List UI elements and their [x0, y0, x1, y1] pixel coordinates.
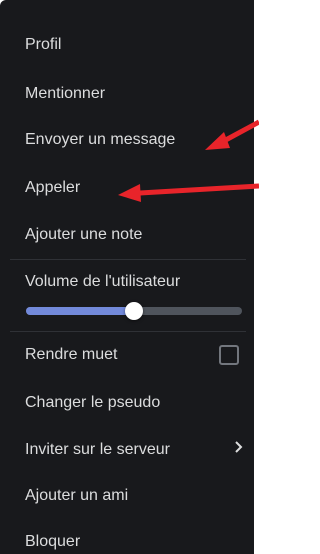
- menu-item-mentionner[interactable]: Mentionner: [25, 84, 105, 104]
- menu-item-rendre-muet[interactable]: Rendre muet: [25, 345, 118, 365]
- menu-item-ajouter-une-note[interactable]: Ajouter une note: [25, 225, 142, 245]
- menu-divider: [10, 259, 246, 260]
- menu-item-changer-le-pseudo[interactable]: Changer le pseudo: [25, 393, 160, 413]
- user-volume-slider[interactable]: [26, 302, 242, 320]
- mute-checkbox[interactable]: [219, 345, 239, 365]
- menu-item-inviter-sur-le-serveur[interactable]: Inviter sur le serveur: [25, 440, 170, 460]
- volume-slider-handle[interactable]: [125, 302, 143, 320]
- menu-item-appeler[interactable]: Appeler: [25, 178, 80, 198]
- menu-divider: [10, 331, 246, 332]
- volume-label: Volume de l'utilisateur: [25, 273, 181, 290]
- menu-item-bloquer[interactable]: Bloquer: [25, 532, 80, 552]
- volume-slider-fill: [26, 307, 134, 315]
- menu-item-ajouter-un-ami[interactable]: Ajouter un ami: [25, 486, 128, 506]
- menu-item-envoyer-un-message[interactable]: Envoyer un message: [25, 130, 175, 150]
- chevron-right-icon: [234, 440, 244, 460]
- menu-item-profil[interactable]: Profil: [25, 35, 61, 55]
- user-context-menu: Profil Mentionner Envoyer un message App…: [0, 0, 254, 554]
